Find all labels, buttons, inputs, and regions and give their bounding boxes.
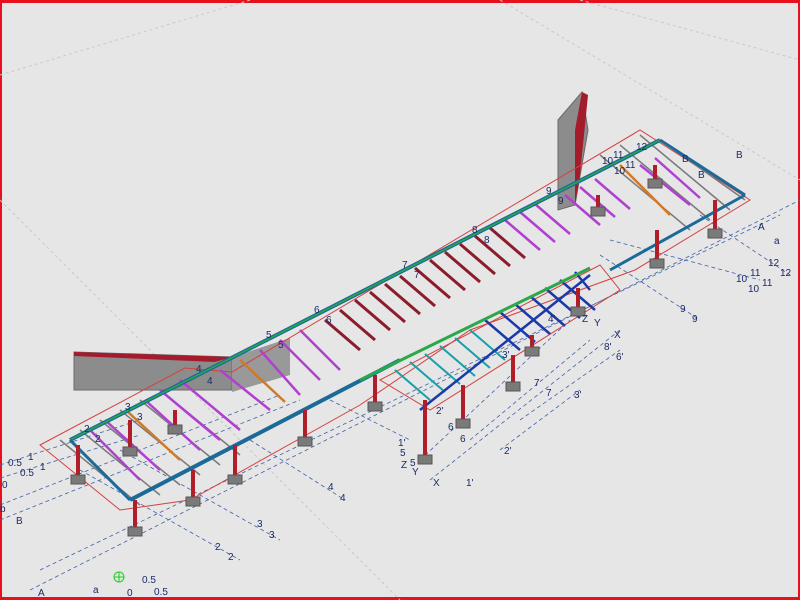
grid-label: 8	[472, 225, 478, 236]
3d-model-viewport[interactable]: A a B b 0 0.5 0.5 1 1 2 2 2 2 3 3 3 3 4 …	[0, 0, 800, 600]
grid-label: 1	[28, 452, 34, 463]
grid-label: 5	[266, 330, 272, 341]
origin-axis-icon	[113, 571, 125, 583]
grid-label: b	[0, 504, 6, 515]
grid-label: 1'	[466, 478, 474, 489]
grid-label: 3	[269, 530, 275, 541]
grid-label: 5	[400, 448, 406, 459]
grid-label: 2'	[436, 406, 444, 417]
grid-label: B	[736, 150, 743, 161]
grid-label: 12	[780, 268, 792, 279]
grid-label: 2'	[504, 446, 512, 457]
grid-label: Y	[594, 318, 601, 329]
grid-label: 11	[613, 150, 624, 161]
grid-label: 6	[448, 422, 454, 433]
grid-label: 7	[546, 388, 552, 399]
grid-label: 10	[602, 156, 614, 167]
grid-label: B	[698, 170, 705, 181]
grid-label: 10	[736, 274, 748, 285]
grid-label: 6	[314, 305, 320, 316]
grid-label: 9	[692, 314, 698, 325]
grid-label: 9	[546, 186, 552, 197]
grid-label: 0.5	[154, 587, 168, 598]
orange-beams	[74, 164, 671, 486]
grid-label: 1	[40, 462, 46, 473]
grid-label: Z	[582, 314, 588, 325]
grid-label: 3	[257, 519, 263, 530]
cyan-beams	[394, 329, 506, 401]
grid-label: 3'	[502, 350, 510, 361]
grid-label: 11	[750, 268, 761, 279]
grid-label: 0	[127, 588, 133, 599]
grid-label: a	[93, 585, 99, 596]
dark-red-beams	[324, 226, 526, 352]
grid-label: 8	[484, 235, 490, 246]
structural-grid-lines	[0, 199, 800, 591]
grid-label: 4	[328, 482, 334, 493]
grid-label: A	[758, 222, 765, 233]
grid-label: X	[433, 478, 440, 489]
grid-label: a	[774, 236, 780, 247]
grid-label: 10	[748, 284, 760, 295]
grid-label: 2	[95, 434, 101, 445]
grid-label: B	[682, 154, 689, 165]
grid-label: 4'	[548, 314, 556, 325]
grid-label: 6'	[616, 352, 624, 363]
window-top-border	[0, 0, 800, 3]
grid-label: 2	[228, 552, 234, 563]
grid-label: Z	[401, 460, 407, 471]
grid-label: 7	[414, 270, 420, 281]
grid-label: Y	[412, 467, 419, 478]
grid-label: 7	[534, 378, 540, 389]
grid-label: 5	[278, 340, 284, 351]
grid-label: 4	[196, 364, 202, 375]
grid-label: 2	[84, 424, 90, 435]
grid-label: A	[38, 588, 45, 599]
grid-label: 6	[326, 315, 332, 326]
grid-label: 6	[460, 434, 466, 445]
grid-label: 9	[680, 304, 686, 315]
main-girders	[68, 138, 746, 502]
grid-label: 3	[137, 412, 143, 423]
grid-label: 11	[762, 278, 773, 289]
grid-label: 3	[125, 402, 131, 413]
grid-label: 0.5	[20, 468, 34, 479]
grid-label: 4	[340, 493, 346, 504]
grid-label: 0.5	[142, 575, 156, 586]
grid-label: 8'	[604, 342, 612, 353]
grid-label: 7	[402, 260, 408, 271]
grid-label: 0	[2, 480, 8, 491]
grid-label: 9	[558, 196, 564, 207]
grid-label: B	[16, 516, 23, 527]
grid-label: 10	[614, 166, 626, 177]
grid-label: 4	[207, 376, 213, 387]
grid-label: 2	[215, 542, 221, 553]
grid-label: 11	[625, 160, 636, 171]
grid-label: 3'	[574, 390, 582, 401]
structure-canvas[interactable]: A a B b 0 0.5 0.5 1 1 2 2 2 2 3 3 3 3 4 …	[0, 0, 800, 600]
grid-label: X	[614, 330, 621, 341]
grid-label: 12	[768, 258, 780, 269]
grid-label: 12	[636, 142, 648, 153]
